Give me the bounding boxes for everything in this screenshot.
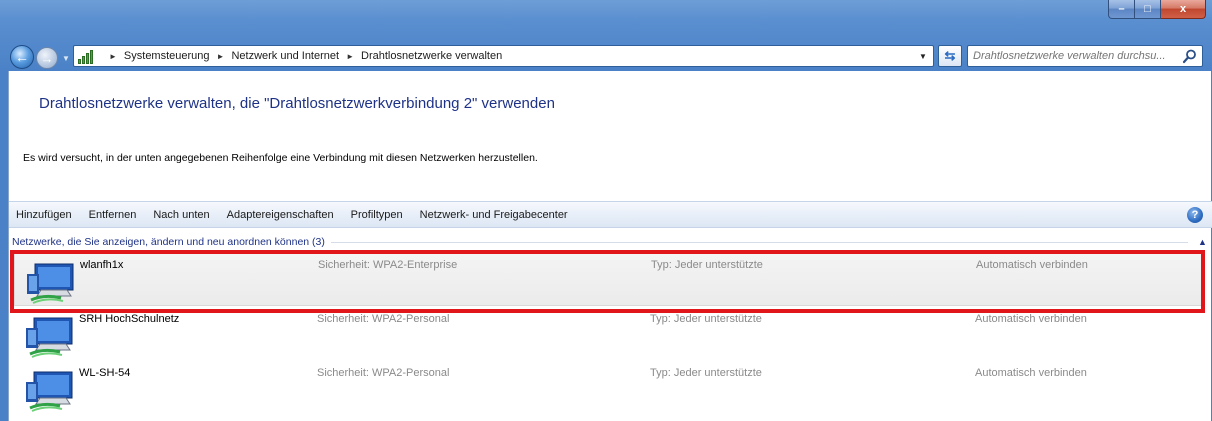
breadcrumb-item-netzwerk-und-internet[interactable]: Netzwerk und Internet [231,50,339,62]
refresh-button[interactable]: ⇆ [938,45,962,67]
content-pane: Drahtlosnetzwerke verwalten, die "Drahtl… [8,71,1212,421]
network-connection-mode: Automatisch verbinden [975,367,1087,379]
address-bar[interactable]: ► Systemsteuerung ► Netzwerk und Interne… [73,45,934,67]
search-icon[interactable] [1182,48,1198,64]
help-icon[interactable]: ? [1187,207,1203,223]
refresh-icon: ⇆ [944,48,956,63]
chevron-down-icon: ▼ [62,53,70,63]
network-security: Sicherheit: WPA2-Personal [317,313,450,325]
network-security: Sicherheit: WPA2-Enterprise [318,259,458,271]
forward-arrow-icon: → [40,50,54,66]
recent-pages-button[interactable]: ▼ [61,51,71,65]
breadcrumb-item-systemsteuerung[interactable]: Systemsteuerung [124,50,210,62]
wireless-network-icon [26,317,73,358]
close-button[interactable]: x [1161,0,1206,19]
network-name: WL-SH-54 [79,367,131,379]
network-sharing-center-button[interactable]: Netzwerk- und Freigabecenter [420,209,568,221]
network-type: Typ: Jeder unterstützte [650,313,762,325]
minimize-button[interactable]: – [1108,0,1135,19]
breadcrumb-item-drahtlosnetzwerke-verwalten[interactable]: Drahtlosnetzwerke verwalten [361,50,502,62]
wireless-signal-icon [78,48,98,64]
remove-network-button[interactable]: Entfernen [89,209,137,221]
collapse-chevron-icon[interactable]: ▲ [1198,237,1208,247]
search-box[interactable] [967,45,1203,67]
caption-buttons: – □ x [1108,0,1206,20]
network-type: Typ: Jeder unterstützte [650,367,762,379]
network-name: wlanfh1x [80,259,124,271]
chevron-down-icon: ▼ [919,51,927,61]
page-title: Drahtlosnetzwerke verwalten, die "Drahtl… [39,95,555,112]
forward-button[interactable]: → [36,47,58,69]
back-arrow-icon: ← [15,49,29,65]
wireless-network-icon [27,263,74,304]
move-down-button[interactable]: Nach unten [153,209,209,221]
add-network-button[interactable]: Hinzufügen [16,209,72,221]
breadcrumb: ► Systemsteuerung ► Netzwerk und Interne… [102,50,502,62]
navigation-bar: ← → ▼ ► Systemsteuerung ► Netzwerk und I… [0,41,1212,71]
command-bar: Hinzufügen Entfernen Nach unten Adaptere… [9,201,1212,228]
network-connection-mode: Automatisch verbinden [975,313,1087,325]
profile-types-button[interactable]: Profiltypen [351,209,403,221]
network-type: Typ: Jeder unterstützte [651,259,763,271]
address-history-dropdown[interactable]: ▼ [913,46,933,66]
network-security: Sicherheit: WPA2-Personal [317,367,450,379]
search-input[interactable] [973,50,1178,62]
list-item[interactable]: WL-SH-54 Sicherheit: WPA2-Personal Typ: … [14,361,1204,415]
group-label: Netzwerke, die Sie anzeigen, ändern und … [12,236,325,248]
wireless-network-icon [26,371,73,412]
network-connection-mode: Automatisch verbinden [976,259,1088,271]
breadcrumb-separator-icon[interactable]: ► [109,52,117,61]
network-group-header[interactable]: Netzwerke, die Sie anzeigen, ändern und … [12,235,1208,249]
group-divider [330,241,1188,243]
breadcrumb-separator-icon[interactable]: ► [346,52,354,61]
maximize-button[interactable]: □ [1135,0,1161,19]
adapter-properties-button[interactable]: Adaptereigenschaften [227,209,334,221]
list-item[interactable]: SRH HochSchulnetz Sicherheit: WPA2-Perso… [14,307,1204,361]
list-item[interactable]: wlanfh1x Sicherheit: WPA2-Enterprise Typ… [14,252,1204,306]
network-name: SRH HochSchulnetz [79,313,180,325]
breadcrumb-separator-icon[interactable]: ► [217,52,225,61]
window-frame: – □ x ← → ▼ ► Systemsteuerung ► Netzwerk… [0,0,1212,421]
back-button[interactable]: ← [10,45,34,69]
page-description: Es wird versucht, in der unten angegeben… [23,152,538,164]
